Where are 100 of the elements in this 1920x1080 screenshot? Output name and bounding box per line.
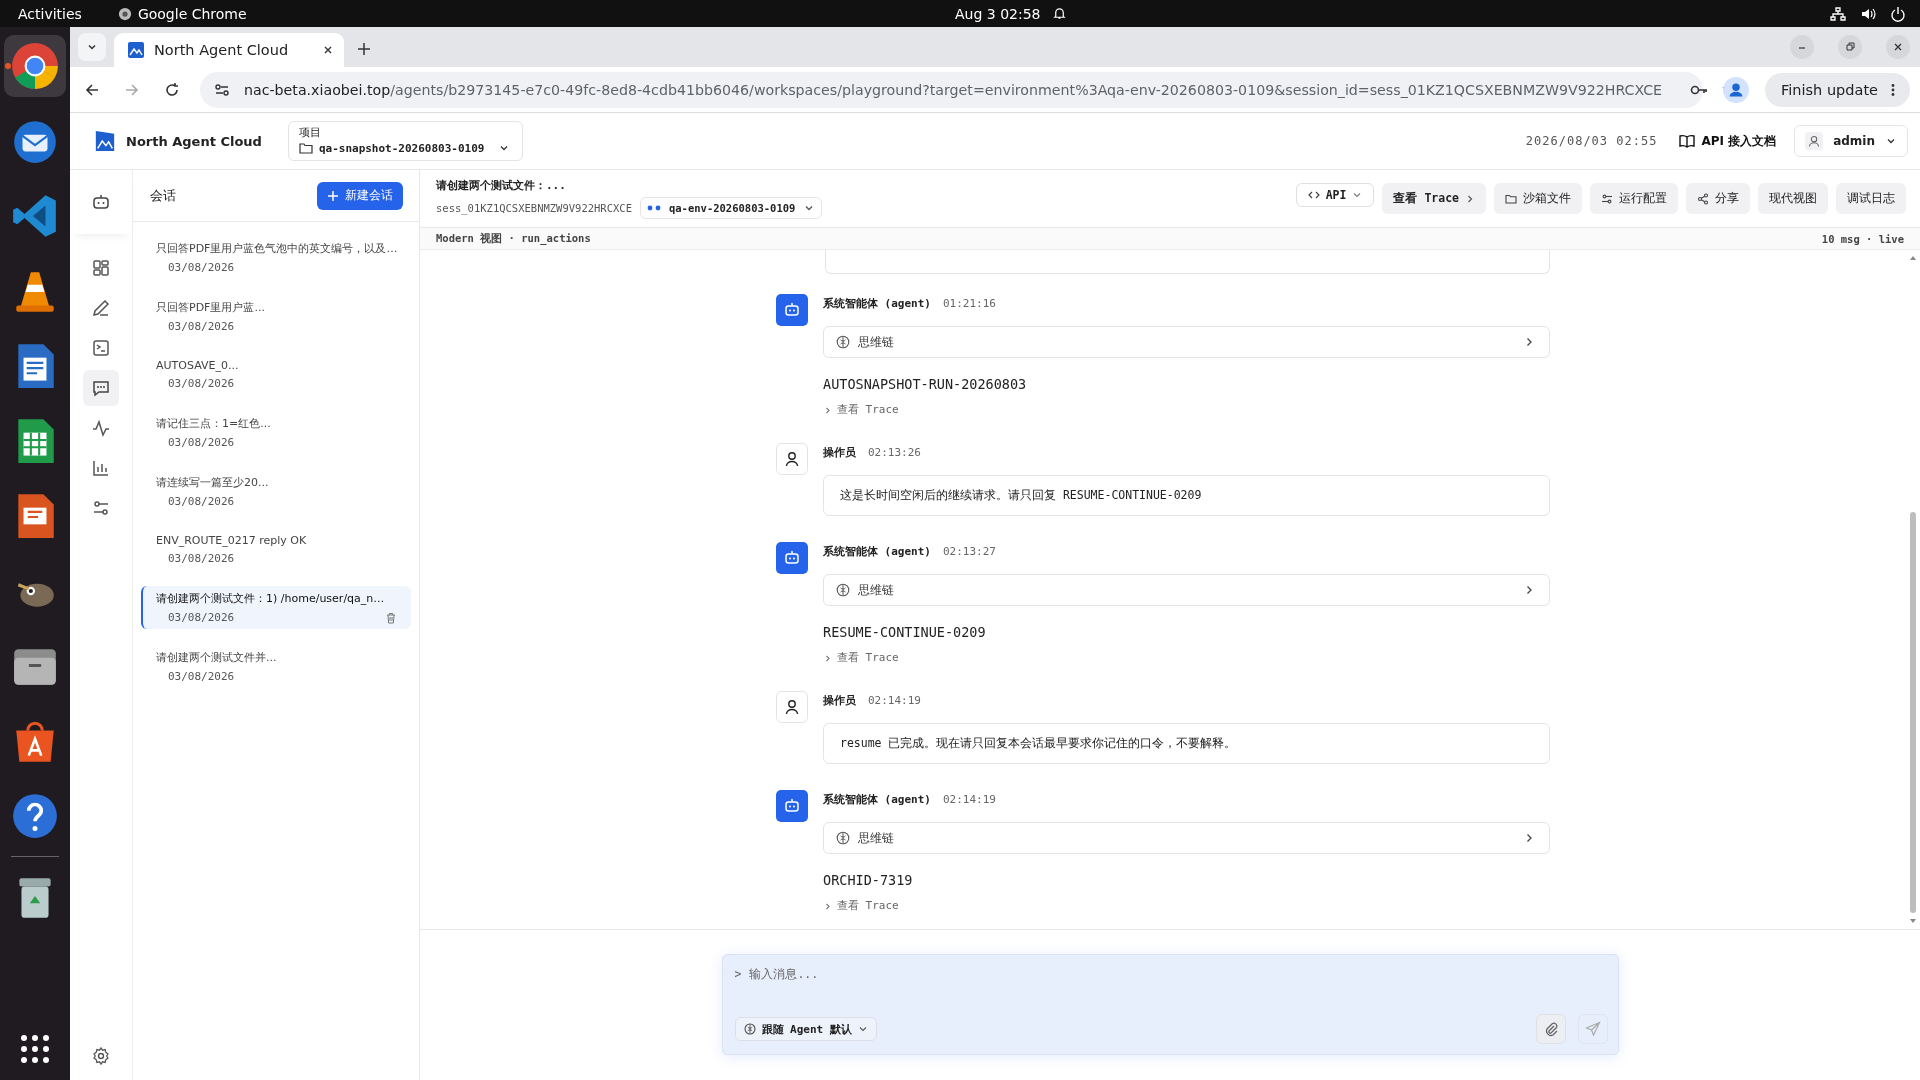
chevron-down-icon [857,1024,868,1034]
view-trace-link[interactable]: 查看 Trace [823,898,1550,913]
project-name: qa-snapshot-20260803-0109 [318,141,485,155]
app-menu[interactable]: Google Chrome [117,5,247,22]
new-tab-icon[interactable] [356,41,372,57]
view-trace-link[interactable]: 查看 Trace [823,650,1550,665]
api-docs-link[interactable]: API 接入文档 [1679,132,1777,150]
dock-item[interactable] [4,35,66,97]
toolbar-button[interactable]: 分享 [1686,183,1750,214]
book-icon [1679,133,1696,149]
session-item[interactable]: 请创建两个测试文件并... 03/08/2026 [141,645,411,688]
toolbar-button[interactable]: 沙箱文件 [1494,183,1582,214]
toolbar-button[interactable]: 查看 Trace [1382,183,1486,214]
toolbar-button[interactable]: 调试日志 [1836,183,1906,214]
session-title: 请创建两个测试文件：1) /home/user/qa_n… [156,591,386,606]
message-stats: 10 msg · live [1821,232,1904,245]
power-icon[interactable] [1890,5,1906,22]
sliders-icon [91,498,111,518]
settings-icon[interactable] [91,1046,111,1066]
pencil-icon [91,298,111,318]
message-time: 02:13:27 [943,545,996,558]
session-item[interactable]: 只回答PDF里用户蓝色气泡中的英文编号，以及… 03/08/2026 [141,236,411,279]
session-title: ENV_ROUTE_0217 reply OK [156,534,308,547]
finish-update-button[interactable]: Finish update [1765,72,1910,107]
activities-button[interactable]: Activities [18,5,82,22]
message-time: 02:13:26 [868,446,921,459]
new-session-button[interactable]: 新建会话 [317,181,403,210]
agent-reply: AUTOSNAPSHOT-RUN-20260803 [823,376,1028,392]
message-author: 系统智能体 (agent) [823,296,931,311]
user-menu-button[interactable]: admin [1794,125,1908,157]
session-title: 请创建两个测试文件并... [156,650,278,665]
clock[interactable]: Aug 3 02:58 [955,5,1041,22]
session-title: AUTOSAVE_0... [156,359,240,372]
mountain-logo-icon [128,42,144,58]
user-message: resume 已完成。现在请只回复本会话最早要求你记住的口令，不要解释。 [823,723,1550,764]
browser-icon [10,41,60,91]
bell-icon[interactable] [1052,6,1067,21]
folder-icon [1505,192,1517,205]
session-item[interactable]: 只回答PDF里用户蓝... 03/08/2026 [141,295,411,338]
reasoning-toggle[interactable]: 思维链 [823,326,1550,358]
back-icon[interactable] [84,81,100,98]
attach-button[interactable] [1535,1014,1566,1044]
view-info: Modern 视图 · run_actions [436,231,591,246]
message-composer[interactable]: > 输入消息... 跟随 Agent 默认 [721,954,1619,1055]
chrome-icon [117,6,132,21]
robot-avatar-icon [776,542,808,574]
nav-item[interactable] [83,370,119,406]
session-title: 请连续写一篇至少20... [156,475,270,490]
view-trace-link[interactable]: 查看 Trace [823,402,1550,417]
message-author: 操作员 [823,445,856,460]
session-date: 03/08/2026 [168,495,235,508]
scroll-up-icon[interactable] [1909,254,1917,262]
site-settings-icon[interactable] [214,81,230,98]
robot-avatar-icon [776,790,808,822]
project-selector[interactable]: 项目 qa-snapshot-20260803-0109 [287,121,524,161]
session-item[interactable]: 请连续写一篇至少20... 03/08/2026 [141,470,411,513]
session-item[interactable]: 请创建两个测试文件：1) /home/user/qa_n… 03/08/2026 [141,586,411,629]
brain-icon [836,831,850,845]
brain-icon [836,335,850,349]
session-item[interactable]: AUTOSAVE_0... 03/08/2026 [141,354,411,395]
agent-mode-selector[interactable]: 跟随 Agent 默认 [734,1017,877,1041]
close-window-button[interactable] [1886,35,1910,59]
user-avatar-icon [1805,132,1824,150]
brain-icon [836,583,850,597]
panel-title: 会话 [150,186,176,205]
session-title: 只回答PDF里用户蓝色气泡中的英文编号，以及… [156,241,399,256]
bar-chart-icon [91,458,111,478]
reasoning-toggle[interactable]: 思维链 [823,574,1550,606]
agent-reply: ORCHID-7319 [823,872,914,888]
reasoning-toggle[interactable]: 思维链 [823,822,1550,854]
close-icon[interactable] [322,44,334,56]
robot-icon[interactable] [91,192,111,212]
app-grid-icon[interactable] [20,1034,50,1064]
toolbar-button[interactable]: 现代视图 [1758,183,1828,214]
terminal-icon [91,338,111,358]
browser-tab[interactable]: North Agent Cloud [114,33,344,67]
session-item[interactable]: 请记住三点：1=红色... 03/08/2026 [141,411,411,454]
sliders-icon [1601,192,1613,205]
user-message: 这是长时间空闲后的继续请求。请只回复 RESUME-CONTINUE-0209 [823,475,1550,516]
help-icon [10,791,60,841]
profile-avatar-icon[interactable] [1723,76,1749,103]
session-date: 03/08/2026 [168,611,235,624]
delete-icon[interactable] [385,611,397,624]
session-title: 只回答PDF里用户蓝... [156,300,266,315]
session-item[interactable]: ENV_ROUTE_0217 reply OK 03/08/2026 [141,529,411,570]
conversation-title: 请创建两个测试文件：... [436,178,567,193]
message-author: 系统智能体 (agent) [823,792,931,807]
session-title: 请记住三点：1=红色... [156,416,272,431]
user-avatar-icon [776,443,808,475]
send-icon [1584,1021,1601,1037]
mountain-logo-icon [94,129,116,153]
toolbar-button[interactable]: 运行配置 [1590,183,1678,214]
plus-icon [327,189,339,202]
network-icon[interactable] [1830,5,1846,22]
toolbar-button[interactable]: API [1295,183,1375,207]
dashboard-icon [91,258,111,278]
scroll-down-icon[interactable] [1909,917,1917,925]
reload-icon[interactable] [164,81,180,98]
environment-selector[interactable]: qa-env-20260803-0109 [639,197,823,219]
restore-button[interactable] [1838,35,1862,59]
